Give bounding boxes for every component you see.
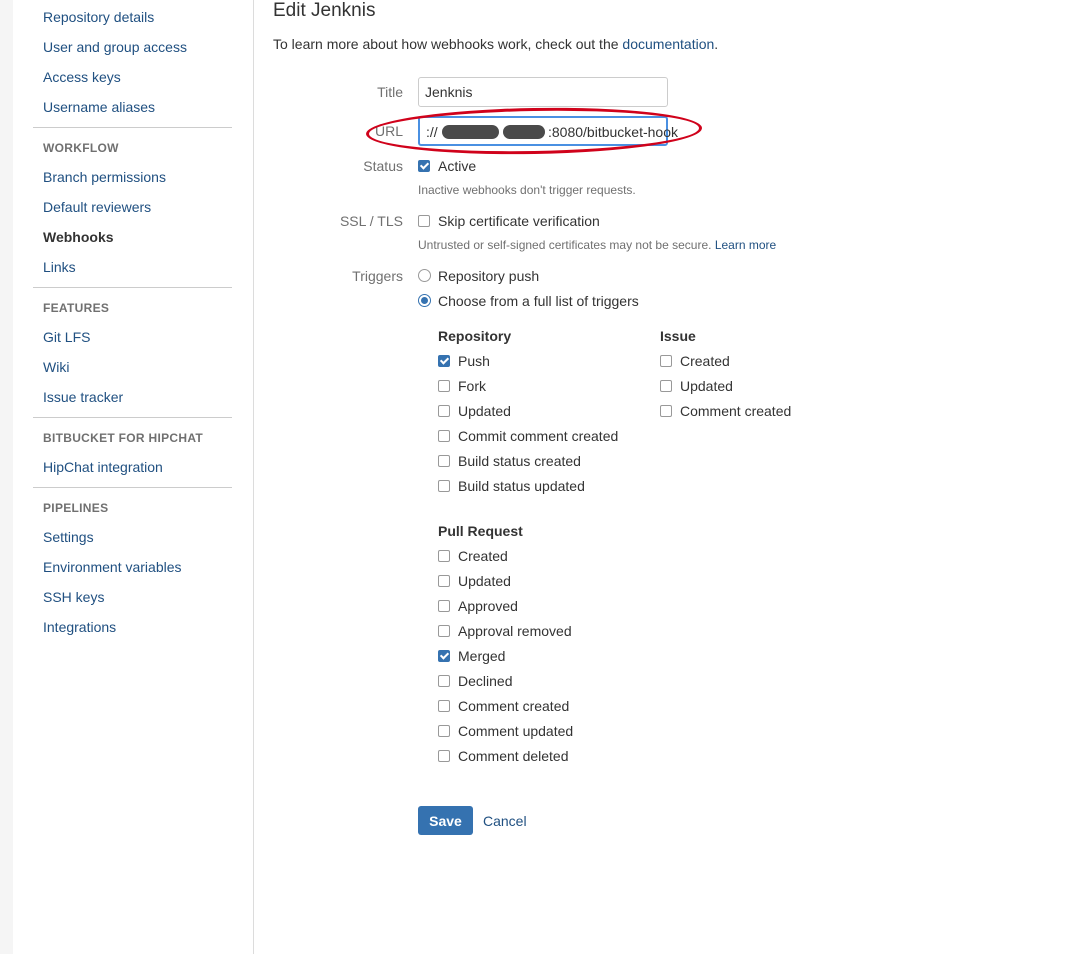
learn-more-link[interactable]: Learn more	[715, 238, 776, 252]
checkbox-empty-icon	[438, 430, 450, 442]
checkbox-label: Updated	[680, 378, 733, 394]
checkbox-label: Updated	[458, 403, 511, 419]
checkbox-empty-icon	[418, 215, 430, 227]
intro-text: To learn more about how webhooks work, c…	[273, 35, 718, 53]
checkbox-label: Created	[458, 548, 508, 564]
checkbox-checked-icon	[438, 355, 450, 367]
status-label: Status	[363, 158, 403, 174]
repository-group-title: Repository	[438, 328, 512, 344]
sidebar-item-pipelines-settings[interactable]: Settings	[43, 528, 94, 546]
sidebar-item-environment-variables[interactable]: Environment variables	[43, 558, 182, 576]
sidebar-item-access-keys[interactable]: Access keys	[43, 68, 121, 86]
settings-sidebar: Repository details User and group access…	[13, 0, 254, 954]
checkbox-empty-icon	[438, 480, 450, 492]
checkbox-checked-icon	[418, 160, 430, 172]
status-active-label: Active	[438, 158, 477, 174]
checkbox-label: Fork	[458, 378, 486, 394]
sidebar-item-branch-permissions[interactable]: Branch permissions	[43, 168, 166, 186]
url-input[interactable]: :// :8080/bitbucket-hook	[418, 116, 678, 146]
checkbox-label: Approved	[458, 598, 518, 614]
url-label: URL	[374, 123, 403, 139]
checkbox-empty-icon	[438, 380, 450, 392]
cancel-button[interactable]: Cancel	[483, 812, 527, 830]
sidebar-item-repository-details[interactable]: Repository details	[43, 8, 154, 26]
intro-text-end: .	[714, 36, 719, 52]
checkbox-empty-icon	[660, 380, 672, 392]
pull-request-group-title: Pull Request	[438, 523, 523, 539]
triggers-label: Triggers	[352, 268, 403, 284]
redaction-mark	[442, 125, 499, 139]
sidebar-item-webhooks[interactable]: Webhooks	[43, 228, 114, 246]
checkbox-empty-icon	[660, 405, 672, 417]
checkbox-label: Created	[680, 353, 730, 369]
issue-group-title: Issue	[660, 328, 696, 344]
status-help-text: Inactive webhooks don't trigger requests…	[418, 183, 636, 197]
sidebar-divider	[33, 287, 232, 288]
sidebar-heading-features: FEATURES	[43, 301, 110, 315]
checkbox-empty-icon	[438, 550, 450, 562]
sidebar-divider	[33, 127, 232, 128]
checkbox-empty-icon	[438, 600, 450, 612]
sidebar-item-links[interactable]: Links	[43, 258, 76, 276]
radio-selected-icon	[418, 294, 431, 307]
checkbox-label: Comment deleted	[458, 748, 569, 764]
checkbox-empty-icon	[438, 725, 450, 737]
sidebar-item-integrations[interactable]: Integrations	[43, 618, 116, 636]
checkbox-empty-icon	[438, 700, 450, 712]
save-button[interactable]: Save	[418, 806, 473, 835]
checkbox-label: Declined	[458, 673, 513, 689]
checkbox-label: Approval removed	[458, 623, 572, 639]
sidebar-item-username-aliases[interactable]: Username aliases	[43, 98, 155, 116]
sidebar-heading-pipelines: PIPELINES	[43, 501, 109, 515]
trigger-repository-push-label: Repository push	[438, 268, 540, 284]
sidebar-heading-bitbucket-for-hipchat: BITBUCKET FOR HIPCHAT	[43, 431, 204, 445]
webhook-edit-panel: Edit Jenknis To learn more about how web…	[254, 0, 1091, 954]
url-value-start: ://	[426, 124, 438, 140]
page-title: Edit Jenknis	[273, 0, 376, 21]
left-gutter	[0, 0, 13, 954]
intro-text-body: To learn more about how webhooks work, c…	[273, 36, 619, 52]
radio-empty-icon	[418, 269, 431, 282]
title-label: Title	[377, 84, 403, 100]
ssl-tls-label: SSL / TLS	[339, 213, 403, 229]
redaction-mark	[503, 125, 545, 139]
checkbox-empty-icon	[438, 750, 450, 762]
trigger-full-list-label: Choose from a full list of triggers	[438, 293, 639, 309]
checkbox-empty-icon	[438, 625, 450, 637]
sidebar-item-wiki[interactable]: Wiki	[43, 358, 69, 376]
sidebar-item-ssh-keys[interactable]: SSH keys	[43, 588, 104, 606]
checkbox-label: Push	[458, 353, 490, 369]
checkbox-label: Comment updated	[458, 723, 574, 739]
checkbox-label: Build status updated	[458, 478, 585, 494]
ssl-help-text: Untrusted or self-signed certificates ma…	[418, 238, 776, 252]
checkbox-label: Commit comment created	[458, 428, 619, 444]
checkbox-empty-icon	[438, 455, 450, 467]
sidebar-divider	[33, 487, 232, 488]
title-input[interactable]	[418, 77, 668, 107]
sidebar-item-default-reviewers[interactable]: Default reviewers	[43, 198, 151, 216]
checkbox-label: Merged	[458, 648, 506, 664]
ssl-help-body: Untrusted or self-signed certificates ma…	[418, 238, 712, 252]
url-value-end: :8080/bitbucket-hook	[548, 124, 678, 140]
sidebar-item-git-lfs[interactable]: Git LFS	[43, 328, 90, 346]
checkbox-label: Comment created	[458, 698, 570, 714]
checkbox-label: Comment created	[680, 403, 792, 419]
checkbox-checked-icon	[438, 650, 450, 662]
sidebar-divider	[33, 417, 232, 418]
sidebar-heading-workflow: WORKFLOW	[43, 141, 119, 155]
checkbox-empty-icon	[660, 355, 672, 367]
checkbox-empty-icon	[438, 675, 450, 687]
checkbox-label: Updated	[458, 573, 511, 589]
checkbox-empty-icon	[438, 405, 450, 417]
sidebar-item-issue-tracker[interactable]: Issue tracker	[43, 388, 123, 406]
sidebar-item-hipchat-integration[interactable]: HipChat integration	[43, 458, 163, 476]
documentation-link[interactable]: documentation	[622, 36, 714, 52]
skip-certificate-verification-label: Skip certificate verification	[438, 213, 600, 229]
checkbox-label: Build status created	[458, 453, 581, 469]
sidebar-item-user-and-group-access[interactable]: User and group access	[43, 38, 187, 56]
checkbox-empty-icon	[438, 575, 450, 587]
